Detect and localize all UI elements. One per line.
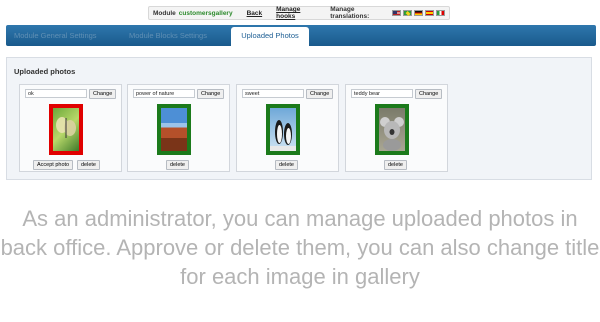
photo-frame-pending xyxy=(49,104,83,155)
panel-title: Uploaded photos xyxy=(14,67,76,76)
de-flag-icon[interactable] xyxy=(414,10,423,16)
manage-hooks-link[interactable]: Manage hooks xyxy=(276,6,316,20)
photo-frame-approved xyxy=(266,104,300,155)
back-link[interactable]: Back xyxy=(247,10,263,17)
tab-module-general-settings[interactable]: Module General Settings xyxy=(14,31,97,40)
it-flag-icon[interactable] xyxy=(436,10,445,16)
change-title-button[interactable]: Change xyxy=(415,89,443,99)
accept-photo-button[interactable]: Accept photo xyxy=(33,160,74,170)
tab-uploaded-photos[interactable]: Uploaded Photos xyxy=(231,27,309,46)
module-bar: Module customersgallery Back Manage hook… xyxy=(148,6,450,20)
photo-frame-approved xyxy=(375,104,409,155)
photo-card: Change delete xyxy=(236,84,339,172)
photo-card: Change Accept photo delete xyxy=(19,84,122,172)
change-title-button[interactable]: Change xyxy=(89,89,117,99)
photo-title-input[interactable] xyxy=(242,89,304,98)
photo-title-input[interactable] xyxy=(133,89,195,98)
tab-module-blocks-settings[interactable]: Module Blocks Settings xyxy=(129,31,207,40)
tab-bar: Module General Settings Module Blocks Se… xyxy=(6,25,596,46)
delete-button[interactable]: delete xyxy=(166,160,189,170)
photo-card: Change delete xyxy=(127,84,230,172)
delete-button[interactable]: delete xyxy=(384,160,407,170)
manage-translations-label: Manage translations: xyxy=(330,6,370,20)
photo-title-input[interactable] xyxy=(25,89,87,98)
us-flag-icon[interactable] xyxy=(392,10,401,16)
change-title-button[interactable]: Change xyxy=(197,89,225,99)
photo-frame-approved xyxy=(157,104,191,155)
photo-card: Change delete xyxy=(345,84,448,172)
translation-flags xyxy=(392,10,445,16)
delete-button[interactable]: delete xyxy=(275,160,298,170)
change-title-button[interactable]: Change xyxy=(306,89,334,99)
penguins-icon xyxy=(270,108,296,151)
es-flag-icon[interactable] xyxy=(425,10,434,16)
br-flag-icon[interactable] xyxy=(403,10,412,16)
module-name: customersgallery xyxy=(178,9,233,17)
butterfly-icon xyxy=(53,108,79,151)
description-caption: As an administrator, you can manage uplo… xyxy=(0,206,600,289)
module-label: Module xyxy=(153,9,176,17)
desert-rock-icon xyxy=(161,108,187,151)
koala-icon xyxy=(379,108,405,151)
delete-button[interactable]: delete xyxy=(77,160,100,170)
photo-title-input[interactable] xyxy=(351,89,413,98)
uploaded-photos-panel: Uploaded photos Change Accept photo dele… xyxy=(6,57,592,180)
